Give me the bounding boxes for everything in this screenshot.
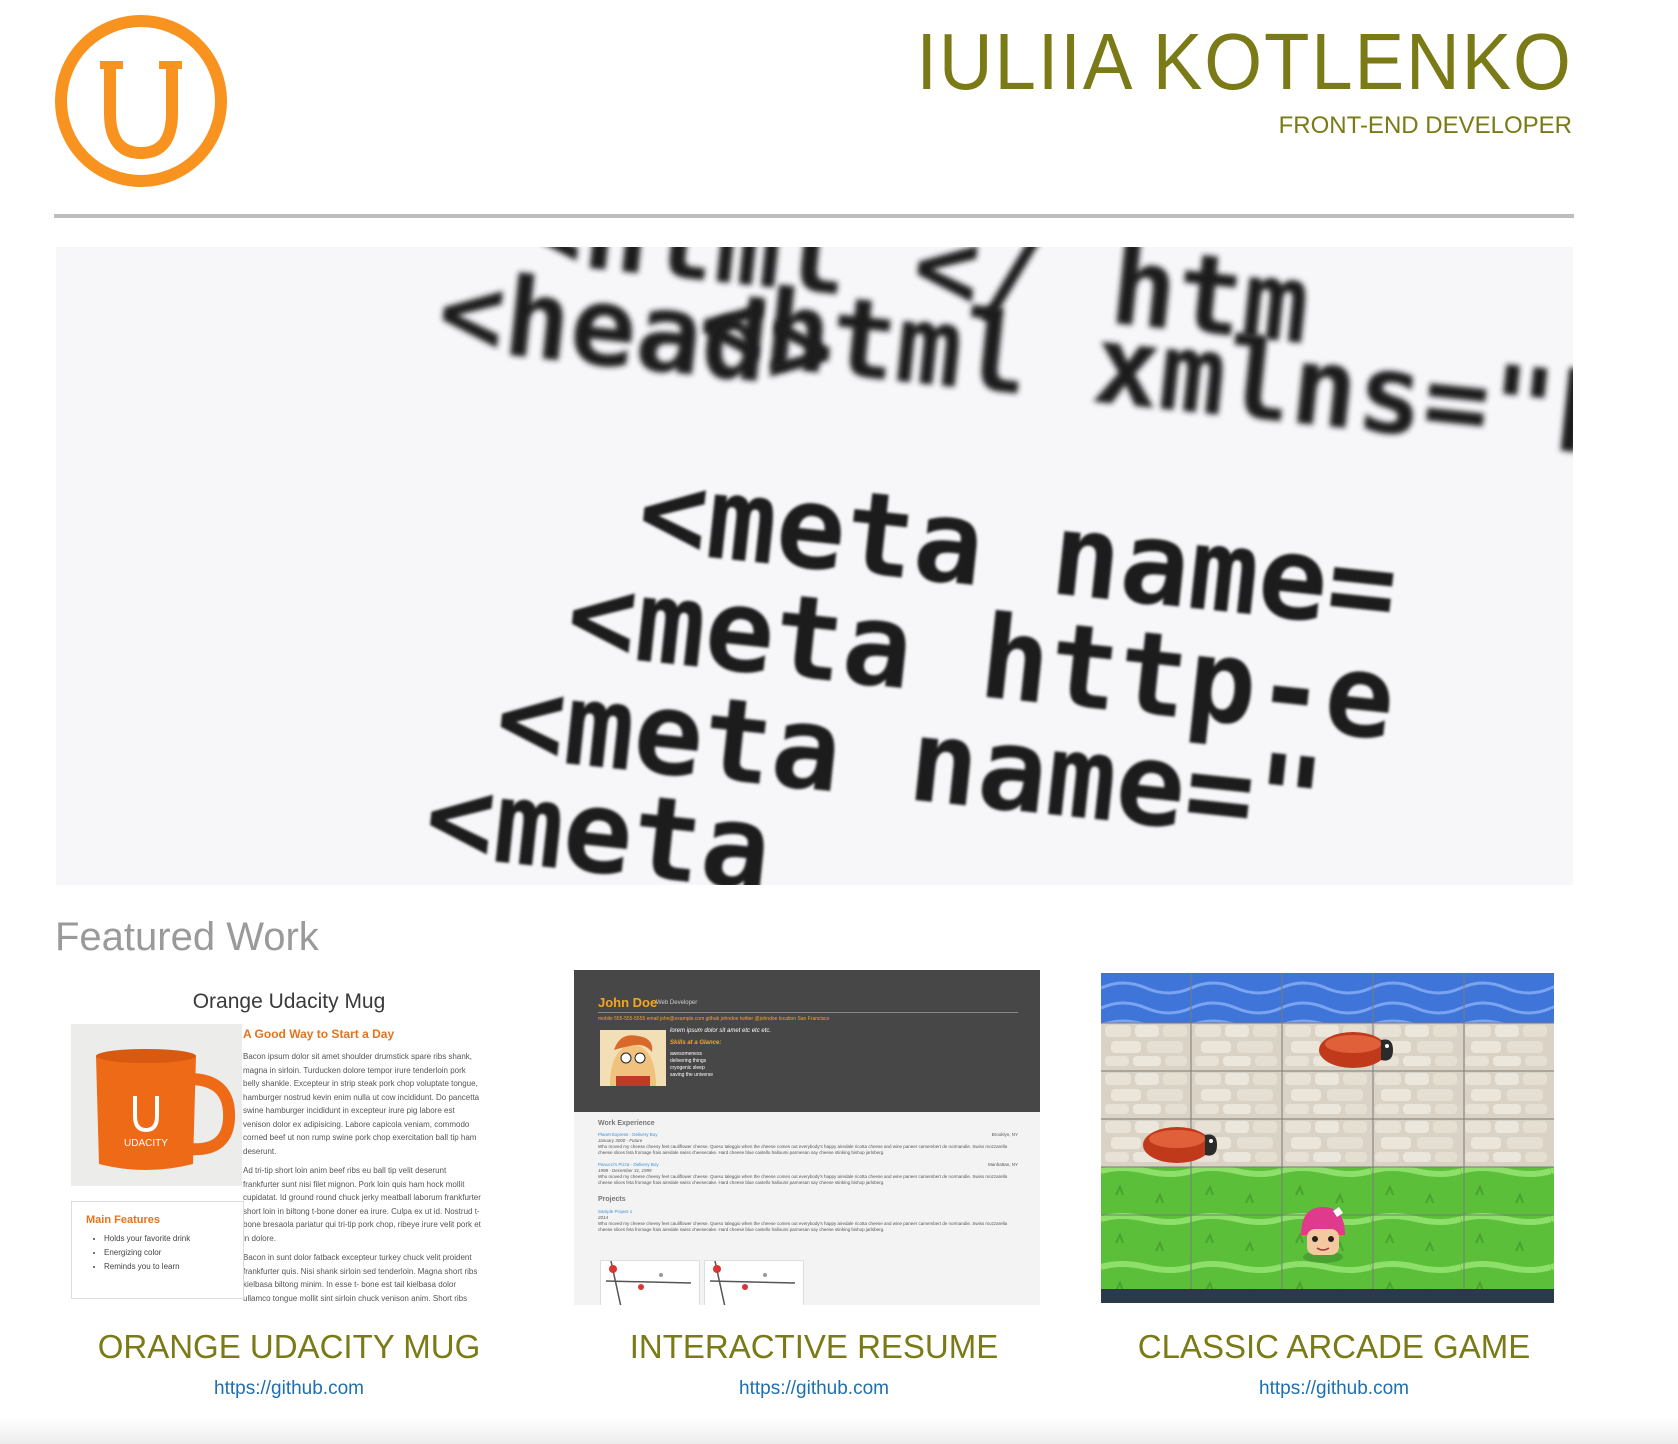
resume-project-image: [704, 1260, 804, 1305]
project-thumbnail-arcade[interactable]: [1101, 973, 1554, 1303]
mug-features-list: Holds your favorite drink Energizing col…: [72, 1232, 190, 1274]
mug-paragraph: Bacon ipsum dolor sit amet shoulder drum…: [243, 1052, 480, 1156]
resume-header: John Doe Web Developer mobile 555-555-55…: [574, 970, 1040, 1112]
player-girl-icon: [1301, 1207, 1345, 1263]
resume-welcome: lorem ipsum dolor sit amet etc etc etc.: [670, 1028, 772, 1034]
developer-name: IULIIA KOTLENKO: [916, 17, 1573, 106]
resume-job: Panucci's Pizza - Delivery Boy Manhattan…: [598, 1162, 1018, 1186]
resume-job-location: Brooklyn, NY: [991, 1132, 1018, 1137]
list-item: Reminds you to learn: [104, 1260, 190, 1274]
resume-skills-heading: Skills at a Glance:: [670, 1040, 722, 1046]
resume-project: Sample Project 1 2014 Who moved my chees…: [598, 1209, 1018, 1233]
developer-role: FRONT-END DEVELOPER: [1278, 112, 1572, 139]
resume-project-image: [600, 1260, 700, 1305]
project-thumbnail-resume[interactable]: John Doe Web Developer mobile 555-555-55…: [574, 970, 1040, 1305]
resume-job-title: Planet Express - Delivery Boy: [598, 1132, 658, 1137]
header-divider: [54, 214, 1574, 218]
featured-work-heading: Featured Work: [55, 915, 319, 959]
list-item: Energizing color: [104, 1246, 190, 1260]
resume-contacts: mobile 555-555-5555 email john@example.c…: [598, 1016, 830, 1022]
list-item: saving the universe: [670, 1072, 714, 1078]
project-title-arcade: CLASSIC ARCADE GAME: [1137, 1328, 1531, 1365]
mug-features-heading: Main Features: [86, 1214, 160, 1226]
resume-divider: [598, 1012, 1018, 1013]
resume-job-description: Who moved my cheese cheesy feet cauliflo…: [598, 1174, 1008, 1185]
project-title-mug: ORANGE UDACITY MUG: [97, 1328, 481, 1365]
resume-job-dates: 1998 - December 31, 1999: [598, 1168, 652, 1173]
mug-paragraph: Ad tri-tip short loin anim beef ribs eu …: [243, 1166, 481, 1243]
resume-job: Planet Express - Delivery Boy Brooklyn, …: [598, 1132, 1018, 1156]
resume-job-description: Who moved my cheese cheesy feet cauliflo…: [598, 1144, 1008, 1155]
list-item: awesomeness: [670, 1051, 702, 1057]
resume-job-location: Manhattan, NY: [987, 1162, 1018, 1167]
resume-name: John Doe: [598, 995, 658, 1010]
mug-brand-text: UDACITY: [124, 1138, 168, 1149]
project-link-mug[interactable]: https://github.com: [29, 1376, 549, 1402]
resume-work-heading: Work Experience: [598, 1120, 655, 1127]
mug-features-box: Main Features Holds your favorite drink …: [71, 1201, 244, 1299]
resume-skills: awesomeness delivering things cryogenic …: [670, 1051, 713, 1079]
resume-projects-heading: Projects: [598, 1196, 626, 1203]
resume-job-dates: January 3000 - Future: [598, 1138, 643, 1143]
udacity-logo[interactable]: [53, 13, 229, 189]
resume-avatar: [600, 1030, 666, 1086]
hero-image: <html </ htm <html xmlns="h <head> <meta…: [56, 247, 1573, 885]
list-item: cryogenic sleep: [670, 1065, 705, 1071]
project-thumbnail-mug[interactable]: Orange Udacity Mug UDACITY A Good Way to…: [56, 970, 522, 1305]
resume-project-title: Sample Project 1: [598, 1209, 633, 1214]
list-item: Holds your favorite drink: [104, 1232, 190, 1246]
resume-role: Web Developer: [656, 1000, 698, 1006]
resume-project-description: Who moved my cheese cheesy feet cauliflo…: [598, 1221, 1008, 1232]
mug-page-title: Orange Udacity Mug: [192, 990, 386, 1013]
mug-paragraph: Bacon in sunt dolor fatback excepteur tu…: [243, 1253, 478, 1303]
resume-project-year: 2014: [598, 1215, 609, 1220]
mug-description: Bacon ipsum dolor sit amet shoulder drum…: [243, 1050, 483, 1305]
project-link-resume[interactable]: https://github.com: [554, 1376, 1074, 1402]
mug-subheading: A Good Way to Start a Day: [243, 1027, 395, 1041]
resume-job-title: Panucci's Pizza - Delivery Boy: [598, 1162, 659, 1167]
mug-photo: UDACITY: [71, 1024, 242, 1186]
list-item: delivering things: [670, 1058, 707, 1064]
project-title-resume: INTERACTIVE RESUME: [629, 1328, 999, 1365]
project-link-arcade[interactable]: https://github.com: [1074, 1376, 1594, 1402]
page-footer: [0, 1418, 1678, 1444]
arcade-board: [1101, 973, 1554, 1303]
